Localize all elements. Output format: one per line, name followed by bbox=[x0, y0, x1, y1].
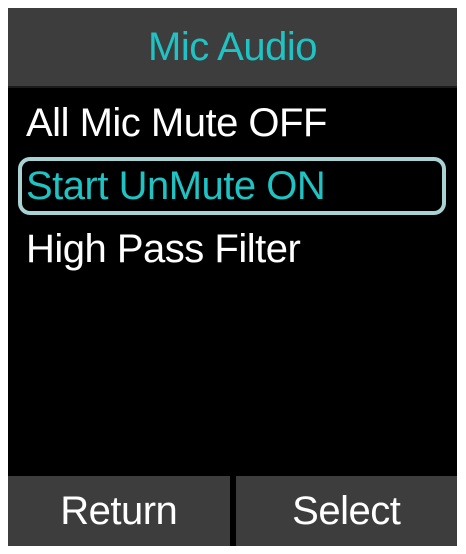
device-screen: Mic Audio All Mic Mute OFF Start UnMute … bbox=[8, 8, 457, 546]
menu-item-all-mic-mute[interactable]: All Mic Mute OFF bbox=[18, 94, 446, 152]
return-button[interactable]: Return bbox=[8, 476, 230, 546]
menu-item-start-unmute[interactable]: Start UnMute ON bbox=[18, 157, 446, 215]
menu-item-high-pass-filter[interactable]: High Pass Filter bbox=[18, 220, 446, 278]
page-title: Mic Audio bbox=[8, 8, 457, 88]
select-button[interactable]: Select bbox=[235, 476, 457, 546]
softkey-bar: Return Select bbox=[8, 476, 457, 546]
